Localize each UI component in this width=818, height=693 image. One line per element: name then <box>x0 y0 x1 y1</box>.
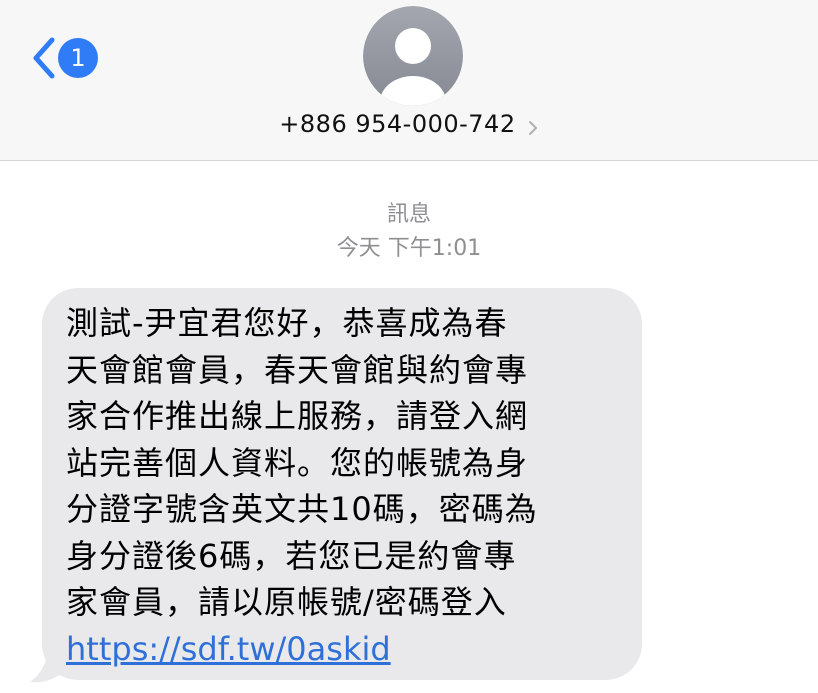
message-line: 分證字號含英文共10碼，密碼為 <box>66 490 538 528</box>
chevron-right-icon <box>528 120 537 135</box>
message-line: 站完善個人資料。您的帳號為身 <box>66 443 529 482</box>
back-button[interactable]: 1 <box>30 36 110 80</box>
message-line: 身分證後6碼，若您已是約會專 <box>66 536 517 575</box>
contact-name: +886 954-000-742 <box>279 110 516 138</box>
message-line: 家會員，請以原帳號/密碼登入 <box>66 583 507 621</box>
message-line: 天會館會員，春天會館與約會專 <box>66 350 529 389</box>
contact-name-button[interactable]: +886 954-000-742 <box>0 110 818 138</box>
message-line: 家合作推出線上服務，請登入網 <box>66 397 529 435</box>
person-avatar-icon <box>363 6 463 106</box>
message-bubble[interactable]: 測試-尹宜君您好，恭喜成為春 天會館會員，春天會館與約會專 家合作推出線上服務，… <box>30 288 642 684</box>
message-timestamp: 今天 下午1:01 <box>336 236 482 261</box>
message-line: 測試-尹宜君您好，恭喜成為春 <box>66 304 508 342</box>
unread-count-badge: 1 <box>58 38 98 78</box>
contact-avatar[interactable] <box>363 6 463 106</box>
chevron-left-icon <box>33 37 55 79</box>
conversation-header: 1 +886 954-000-742 <box>0 0 818 161</box>
message-text: 測試-尹宜君您好，恭喜成為春 天會館會員，春天會館與約會專 家合作推出線上服務，… <box>66 300 626 672</box>
message-link[interactable]: https://sdf.tw/0askid <box>66 626 626 673</box>
service-label: 訊息 <box>386 202 431 227</box>
